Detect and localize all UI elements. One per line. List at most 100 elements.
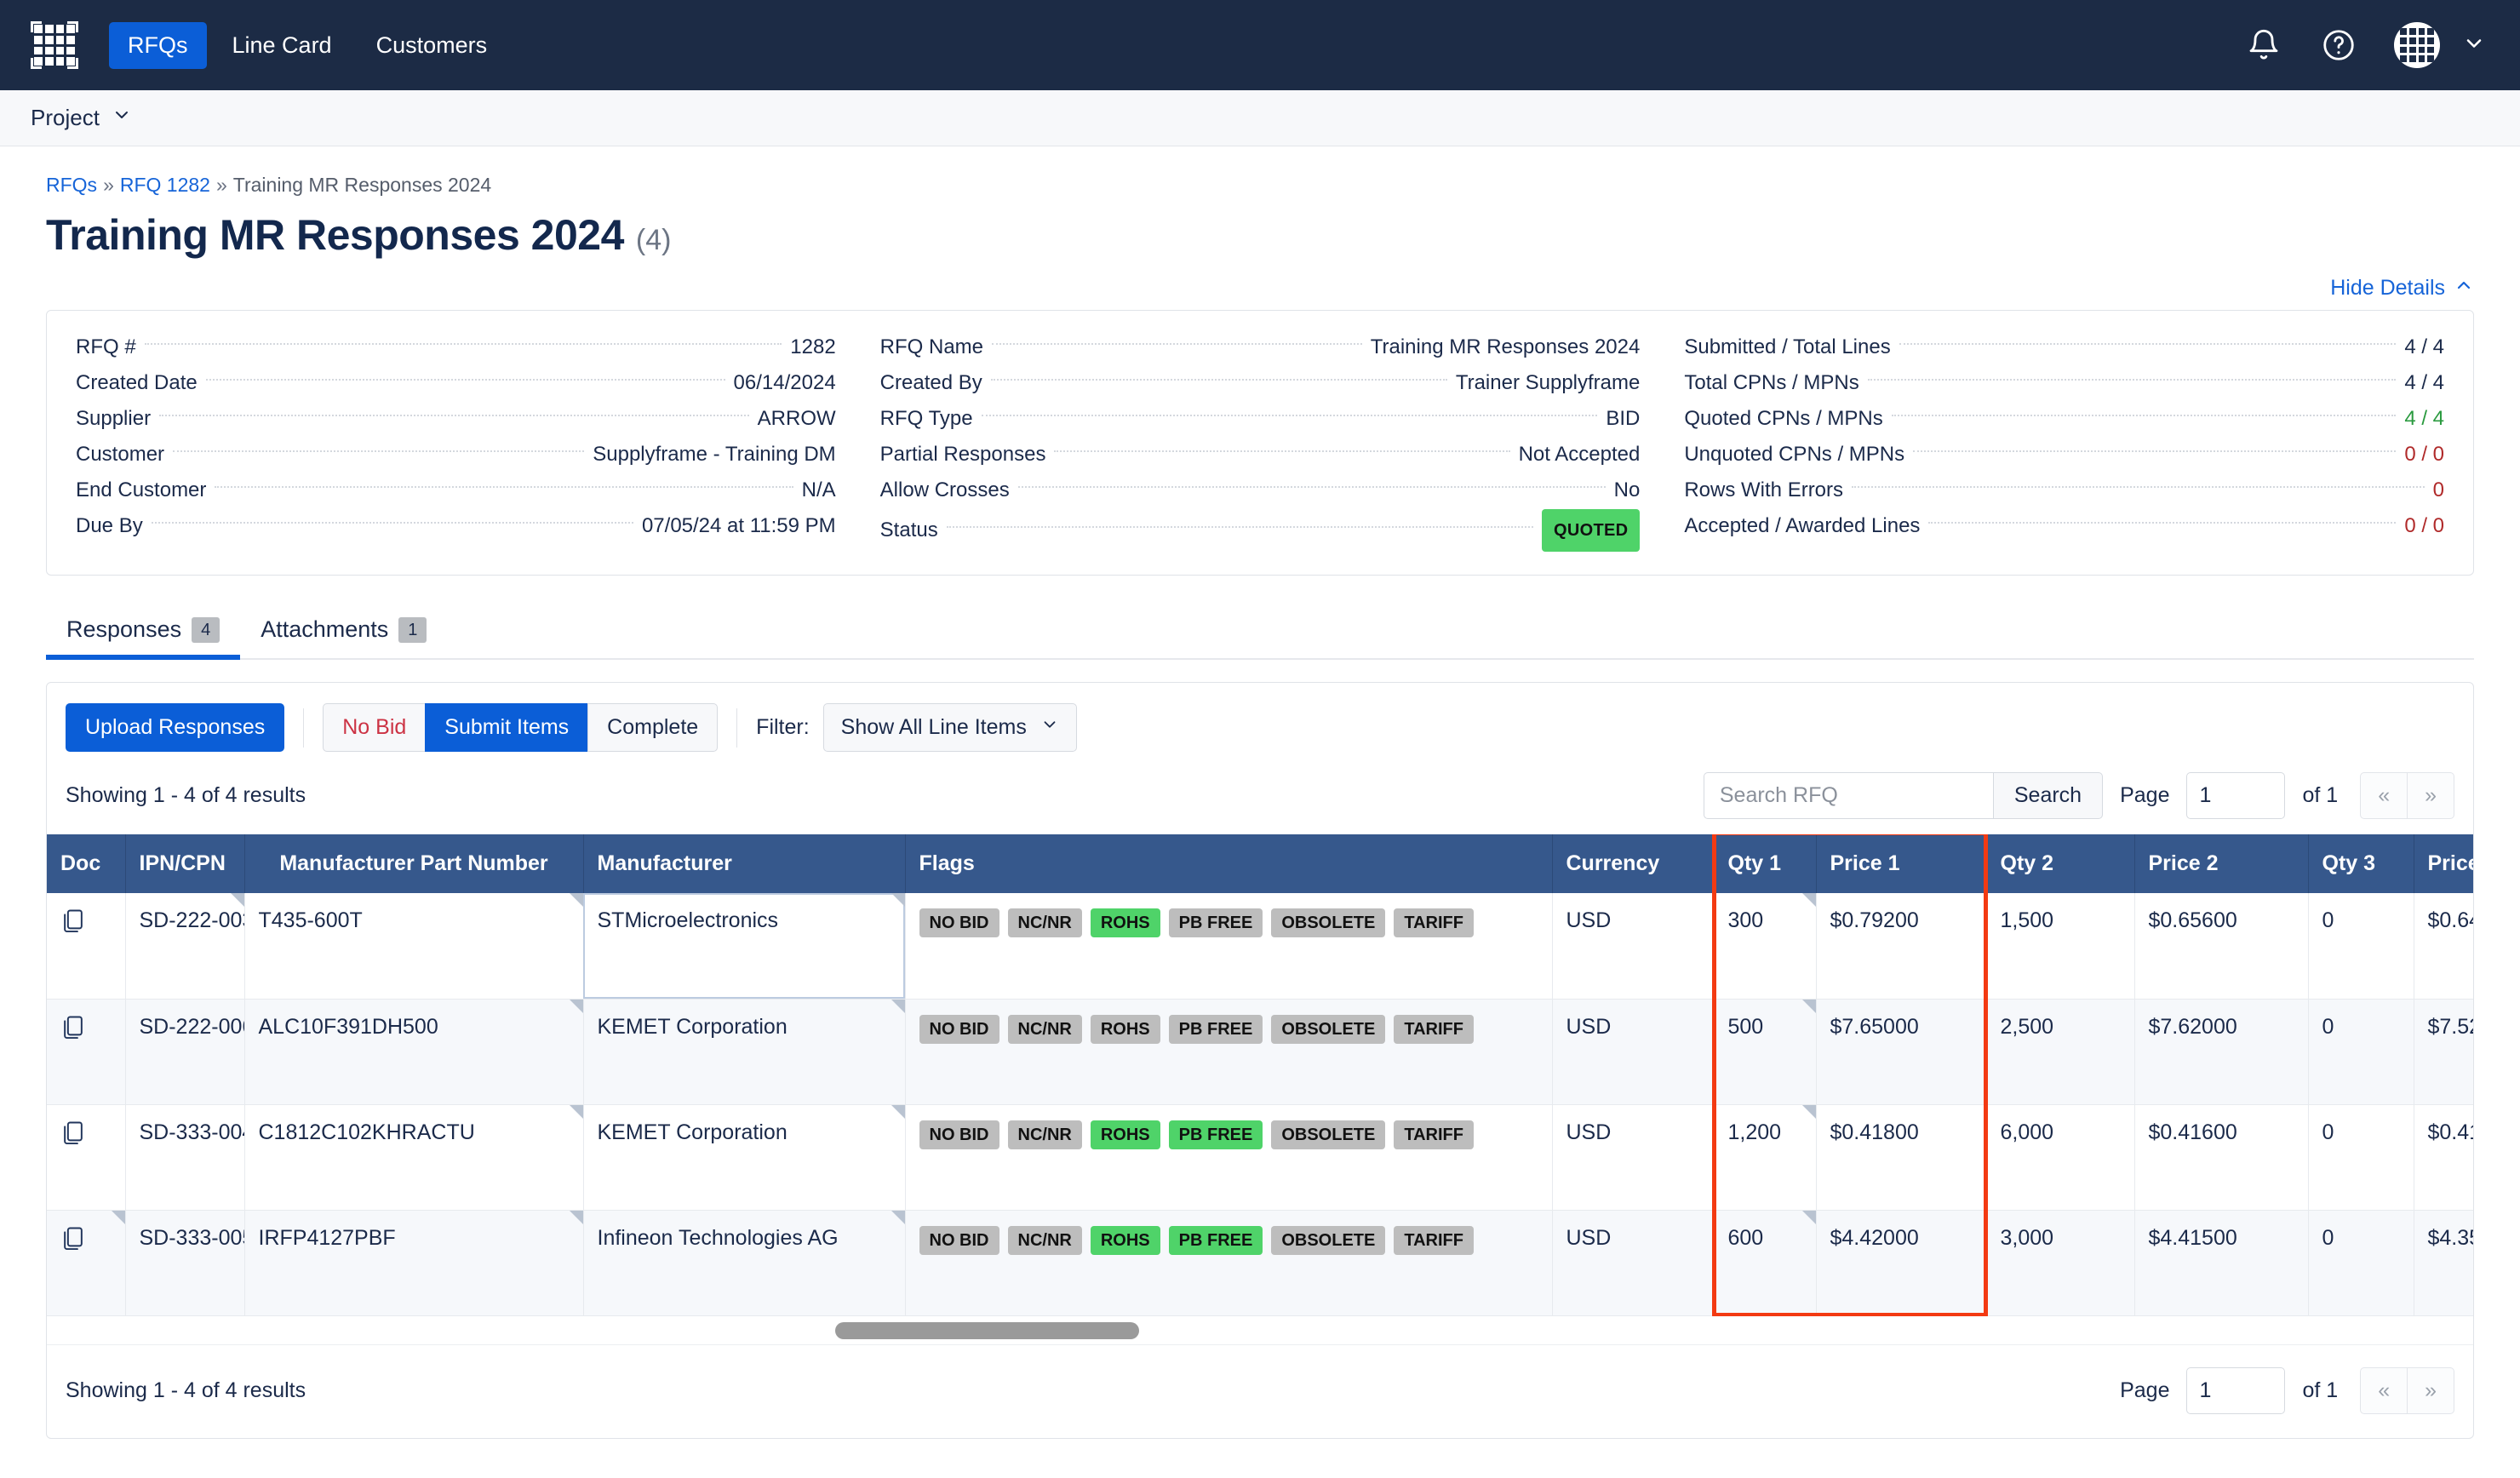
app-grid-logo-icon[interactable] (31, 21, 78, 69)
flag-no-bid[interactable]: NO BID (919, 1225, 999, 1255)
flag-rohs[interactable]: ROHS (1090, 1225, 1160, 1255)
search-button[interactable]: Search (1992, 772, 2104, 819)
cell-mpn[interactable]: C1812C102KHRACTU (244, 1104, 584, 1211)
project-selector[interactable]: Project (31, 105, 132, 131)
cell-manufacturer[interactable]: KEMET Corporation (583, 1104, 906, 1211)
flag-no-bid[interactable]: NO BID (919, 1014, 999, 1044)
cell-doc[interactable] (47, 1104, 126, 1211)
column-header-qty-2[interactable]: Qty 2 (1986, 834, 2135, 893)
flag-nc-nr[interactable]: NC/NR (1007, 908, 1082, 937)
horizontal-scrollbar[interactable] (47, 1315, 2473, 1345)
cell-qty-2[interactable]: 3,000 (1986, 1210, 2135, 1316)
flag-pb-free[interactable]: PB FREE (1168, 1120, 1263, 1149)
column-header-qty-1[interactable]: Qty 1 (1714, 834, 1817, 893)
cell-price-2[interactable]: $7.62000 (2134, 999, 2309, 1105)
cell-qty-2[interactable]: 6,000 (1986, 1104, 2135, 1211)
cell-price-2[interactable]: $4.41500 (2134, 1210, 2309, 1316)
cell-doc[interactable] (47, 999, 126, 1105)
tab-responses[interactable]: Responses 4 (46, 604, 241, 660)
copy-document-icon[interactable] (60, 1120, 86, 1153)
cell-price-2[interactable]: $0.41600 (2134, 1104, 2309, 1211)
chevron-down-icon[interactable] (2462, 32, 2486, 60)
cell-price-1[interactable]: $0.41800 (1816, 1104, 1987, 1211)
cell-manufacturer[interactable]: Infineon Technologies AG (583, 1210, 906, 1316)
cell-qty-3[interactable]: 0 (2308, 893, 2414, 1000)
cell-qty-1[interactable]: 1,200 (1714, 1104, 1817, 1211)
last-page-button[interactable]: » (2408, 772, 2454, 819)
table-row[interactable]: SD-222-006 ALC10F391DH500 KEMET Corporat… (47, 999, 2473, 1105)
copy-document-icon[interactable] (60, 1015, 86, 1047)
cell-qty-2[interactable]: 1,500 (1986, 893, 2135, 1000)
cell-ipn[interactable]: SD-222-006 (125, 999, 245, 1105)
cell-price-2[interactable]: $0.65600 (2134, 893, 2309, 1000)
cell-qty-3[interactable]: 0 (2308, 1104, 2414, 1211)
hide-details-toggle[interactable]: Hide Details (2330, 275, 2474, 301)
page-number-input[interactable] (2186, 772, 2286, 819)
flag-rohs[interactable]: ROHS (1090, 1014, 1160, 1044)
column-header-price-2[interactable]: Price 2 (2134, 834, 2309, 893)
cell-price-3[interactable]: $0.64747 (2414, 893, 2473, 1000)
column-header-manufacturer[interactable]: Manufacturer (583, 834, 906, 893)
cell-ipn[interactable]: SD-333-004 (125, 1104, 245, 1211)
flag-obsolete[interactable]: OBSOLETE (1271, 1120, 1386, 1149)
column-header-manufacturer-part-number[interactable]: Manufacturer Part Number (244, 834, 584, 893)
cell-mpn[interactable]: IRFP4127PBF (244, 1210, 584, 1316)
cell-flags[interactable]: NO BID NC/NR ROHS PB FREE OBSOLETE TARIF… (905, 893, 1553, 1000)
cell-price-3[interactable]: $4.35761 (2414, 1210, 2473, 1316)
cell-qty-1[interactable]: 300 (1714, 893, 1817, 1000)
cell-mpn[interactable]: T435-600T (244, 893, 584, 1000)
column-header-qty-3[interactable]: Qty 3 (2308, 834, 2414, 893)
flag-rohs[interactable]: ROHS (1090, 908, 1160, 937)
account-menu[interactable] (2394, 22, 2486, 68)
tab-attachments[interactable]: Attachments 1 (240, 604, 447, 658)
cell-price-3[interactable]: $7.52094 (2414, 999, 2473, 1105)
table-row[interactable]: SD-333-005 IRFP4127PBF Infineon Technolo… (47, 1210, 2473, 1316)
flag-nc-nr[interactable]: NC/NR (1007, 1120, 1082, 1149)
cell-doc[interactable] (47, 1210, 126, 1316)
nav-item-line-card[interactable]: Line Card (214, 22, 351, 69)
cell-manufacturer[interactable]: KEMET Corporation (583, 999, 906, 1105)
table-row[interactable]: SD-333-004 C1812C102KHRACTU KEMET Corpor… (47, 1104, 2473, 1211)
flag-nc-nr[interactable]: NC/NR (1007, 1225, 1082, 1255)
cell-doc[interactable] (47, 893, 126, 1000)
cell-price-1[interactable]: $4.42000 (1816, 1210, 1987, 1316)
flag-no-bid[interactable]: NO BID (919, 908, 999, 937)
search-input[interactable] (1703, 772, 1993, 819)
column-header-price-3[interactable]: Price 3 (2414, 834, 2473, 893)
flag-obsolete[interactable]: OBSOLETE (1271, 908, 1386, 937)
cell-price-3[interactable]: $0.41059 (2414, 1104, 2473, 1211)
copy-document-icon[interactable] (60, 1226, 86, 1258)
first-page-button[interactable]: « (2360, 772, 2408, 819)
cell-qty-1[interactable]: 600 (1714, 1210, 1817, 1316)
cell-mpn[interactable]: ALC10F391DH500 (244, 999, 584, 1105)
cell-ipn[interactable]: SD-333-005 (125, 1210, 245, 1316)
cell-currency[interactable]: USD (1552, 999, 1715, 1105)
flag-pb-free[interactable]: PB FREE (1168, 1225, 1263, 1255)
cell-flags[interactable]: NO BID NC/NR ROHS PB FREE OBSOLETE TARIF… (905, 1104, 1553, 1211)
nav-item-rfqs[interactable]: RFQs (109, 21, 207, 69)
flag-tariff[interactable]: TARIFF (1394, 1120, 1474, 1149)
column-header-doc[interactable]: Doc (47, 834, 126, 893)
cell-currency[interactable]: USD (1552, 1104, 1715, 1211)
breadcrumb-link-rfq-1282[interactable]: RFQ 1282 (120, 174, 210, 196)
nav-item-customers[interactable]: Customers (358, 22, 507, 69)
flag-tariff[interactable]: TARIFF (1394, 908, 1474, 937)
submit-items-button[interactable]: Submit Items (425, 703, 589, 752)
flag-tariff[interactable]: TARIFF (1394, 1225, 1474, 1255)
cell-price-1[interactable]: $7.65000 (1816, 999, 1987, 1105)
cell-currency[interactable]: USD (1552, 893, 1715, 1000)
flag-obsolete[interactable]: OBSOLETE (1271, 1014, 1386, 1044)
cell-flags[interactable]: NO BID NC/NR ROHS PB FREE OBSOLETE TARIF… (905, 999, 1553, 1105)
horizontal-scrollbar-thumb[interactable] (835, 1321, 1139, 1339)
breadcrumb-link-rfqs[interactable]: RFQs (46, 174, 97, 196)
avatar[interactable] (2394, 22, 2440, 68)
filter-select[interactable]: Show All Line Items (822, 703, 1077, 752)
no-bid-button[interactable]: No Bid (323, 703, 427, 752)
flag-rohs[interactable]: ROHS (1090, 1120, 1160, 1149)
table-row[interactable]: SD-222-003 T435-600T STMicroelectronics … (47, 893, 2473, 1000)
column-header-ipn-cpn[interactable]: IPN/CPN (125, 834, 245, 893)
flag-tariff[interactable]: TARIFF (1394, 1014, 1474, 1044)
footer-first-page-button[interactable]: « (2360, 1366, 2408, 1414)
complete-button[interactable]: Complete (587, 703, 719, 752)
cell-qty-2[interactable]: 2,500 (1986, 999, 2135, 1105)
